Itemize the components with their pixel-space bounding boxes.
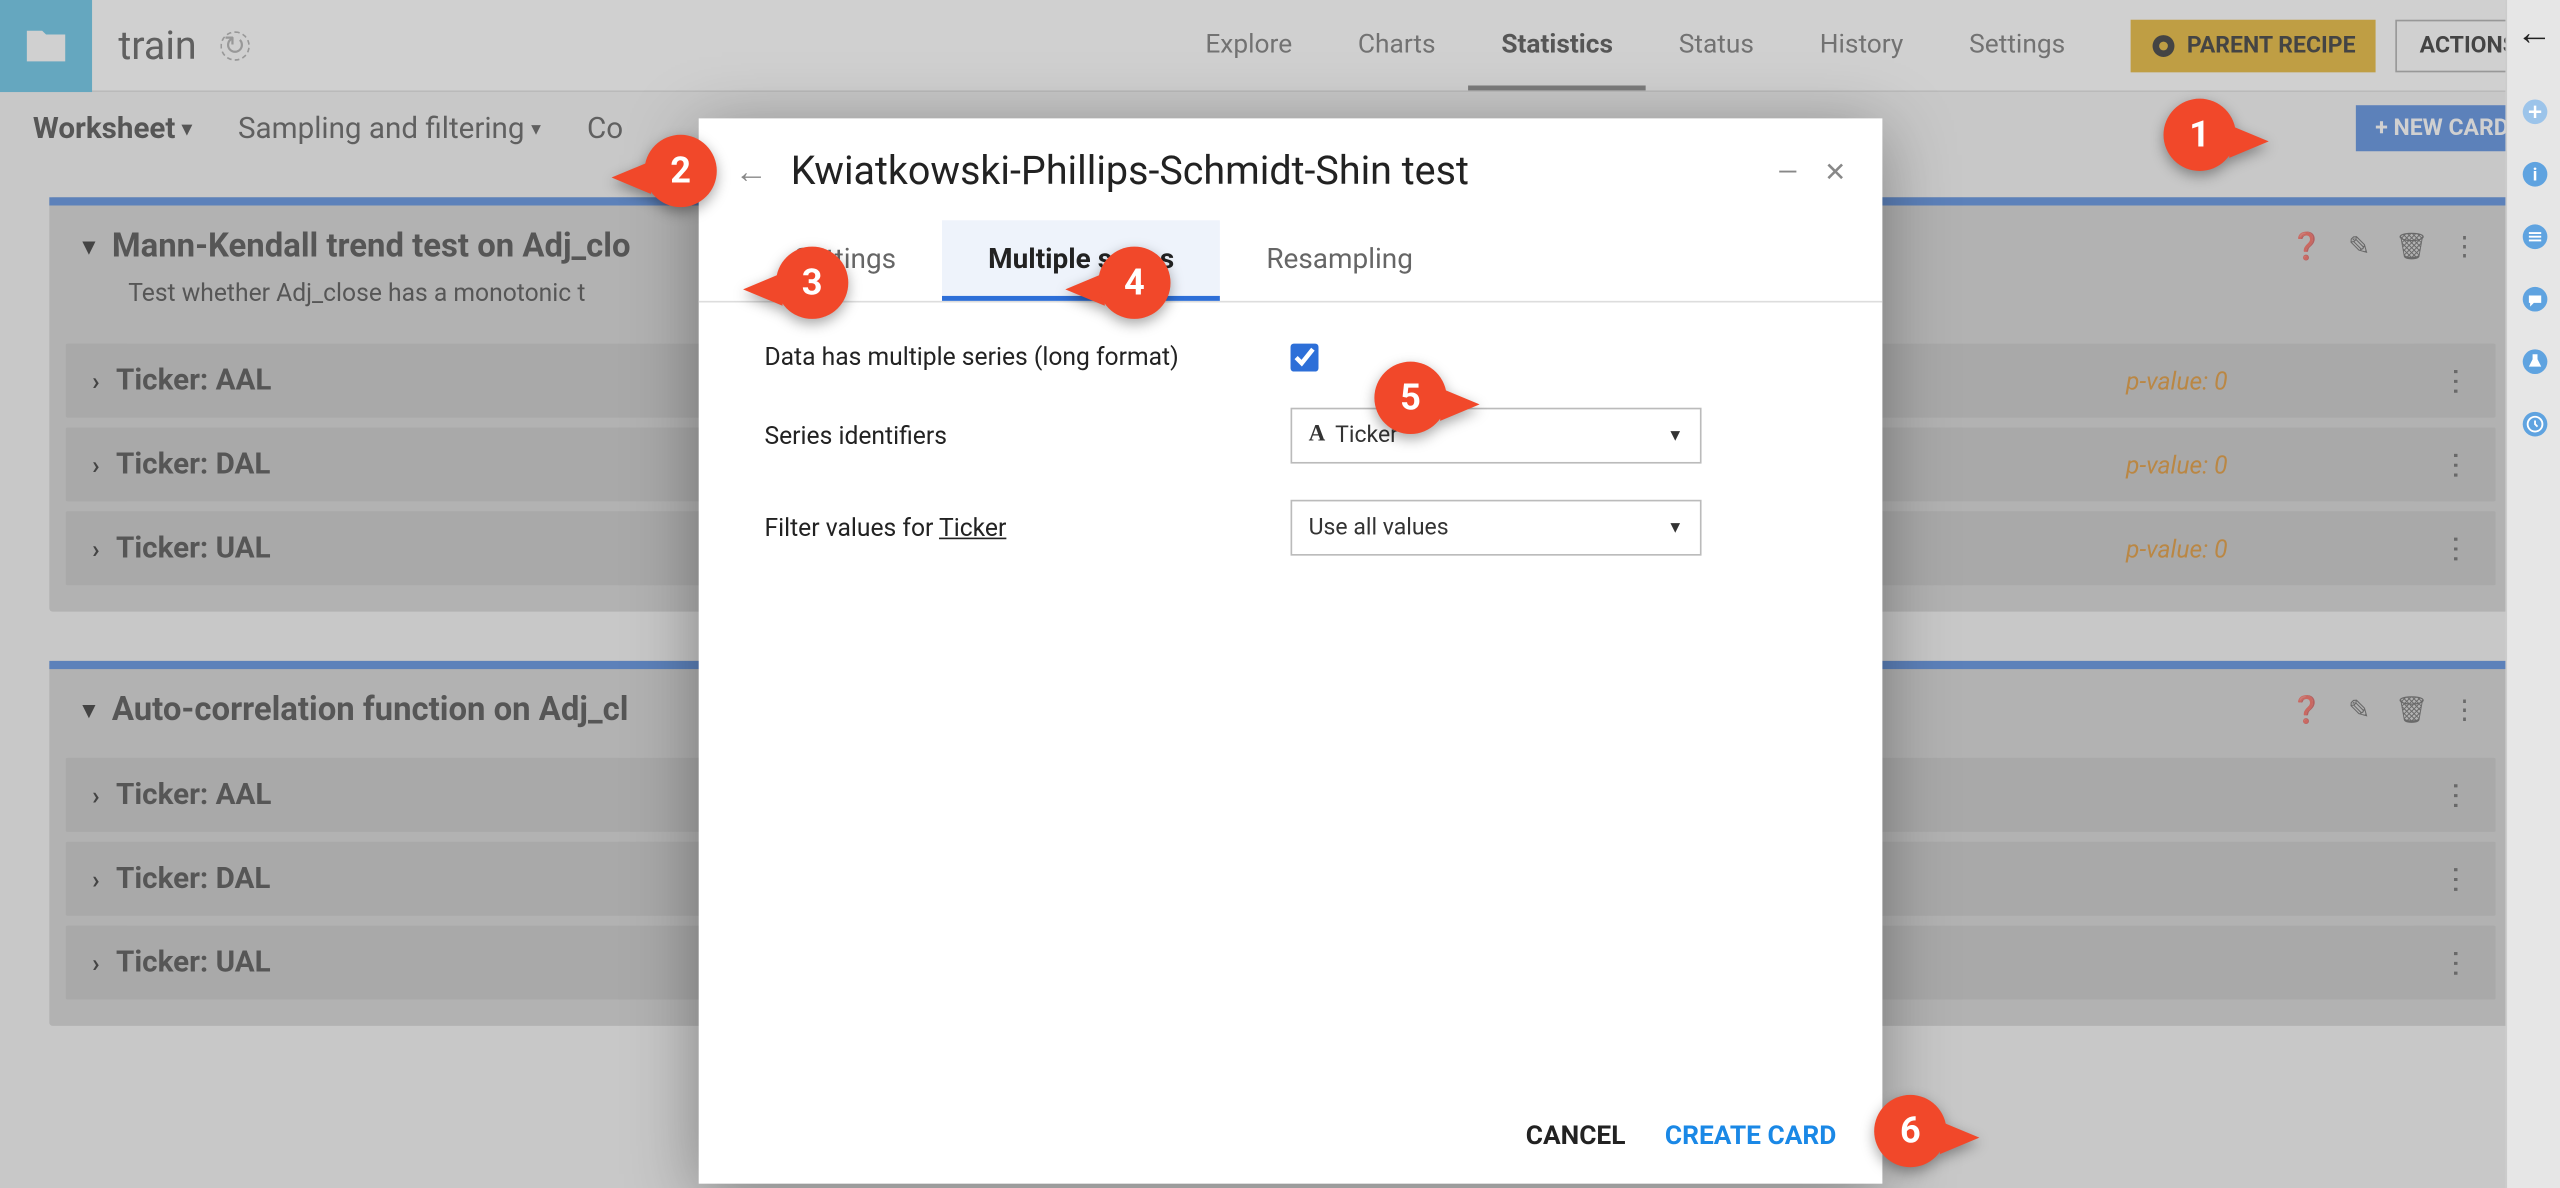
create-card-button[interactable]: CREATE CARD (1665, 1120, 1836, 1151)
modal-controls: — ✕ (1777, 155, 1846, 186)
form-row-multiseries: Data has multiple series (long format) (764, 342, 1816, 372)
back-arrow-icon[interactable]: ← (735, 150, 768, 191)
series-id-select[interactable]: A Ticker ▼ (1291, 408, 1702, 464)
cancel-button[interactable]: CANCEL (1526, 1120, 1626, 1151)
series-id-label: Series identifiers (764, 421, 1290, 451)
multi-series-checkbox[interactable] (1291, 343, 1319, 371)
filter-label-column: Ticker (939, 513, 1006, 543)
modal-kpss: ← Kwiatkowski-Phillips-Schmidt-Shin test… (699, 118, 1883, 1183)
right-rail: ← i (2505, 0, 2560, 1188)
modal-body: Data has multiple series (long format) S… (699, 302, 1883, 1093)
text-type-icon: A (1309, 423, 1326, 449)
add-icon[interactable] (2518, 95, 2551, 128)
filter-label: Filter values for Ticker (764, 513, 1290, 543)
modal-tabs: Settings Multiple series Resampling (699, 207, 1883, 302)
modal-tab-multiple-series[interactable]: Multiple series (942, 220, 1220, 301)
chat-icon[interactable] (2518, 283, 2551, 316)
filter-value: Use all values (1309, 515, 1449, 541)
close-icon[interactable]: ✕ (1824, 155, 1846, 186)
chevron-down-icon: ▼ (1667, 427, 1683, 445)
filter-values-select[interactable]: Use all values ▼ (1291, 500, 1702, 556)
form-row-series-id: Series identifiers A Ticker ▼ (764, 408, 1816, 464)
modal-tab-resampling[interactable]: Resampling (1220, 220, 1459, 301)
chevron-down-icon: ▼ (1667, 519, 1683, 537)
lab-icon[interactable] (2518, 345, 2551, 378)
modal-header: ← Kwiatkowski-Phillips-Schmidt-Shin test… (699, 118, 1883, 207)
form-row-filter: Filter values for Ticker Use all values … (764, 500, 1816, 556)
minimize-icon[interactable]: — (1777, 155, 1798, 186)
modal-tab-settings[interactable]: Settings (748, 220, 942, 301)
info-icon[interactable]: i (2518, 158, 2551, 191)
svg-text:i: i (2532, 165, 2537, 185)
filter-label-prefix: Filter values for (764, 513, 939, 543)
history-icon[interactable] (2518, 408, 2551, 441)
list-icon[interactable] (2518, 220, 2551, 253)
multi-series-label: Data has multiple series (long format) (764, 342, 1290, 372)
collapse-rail-icon[interactable]: ← (2518, 16, 2551, 49)
modal-title: Kwiatkowski-Phillips-Schmidt-Shin test (791, 148, 1469, 194)
series-id-value: Ticker (1335, 423, 1398, 449)
modal-footer: CANCEL CREATE CARD (699, 1093, 1883, 1183)
